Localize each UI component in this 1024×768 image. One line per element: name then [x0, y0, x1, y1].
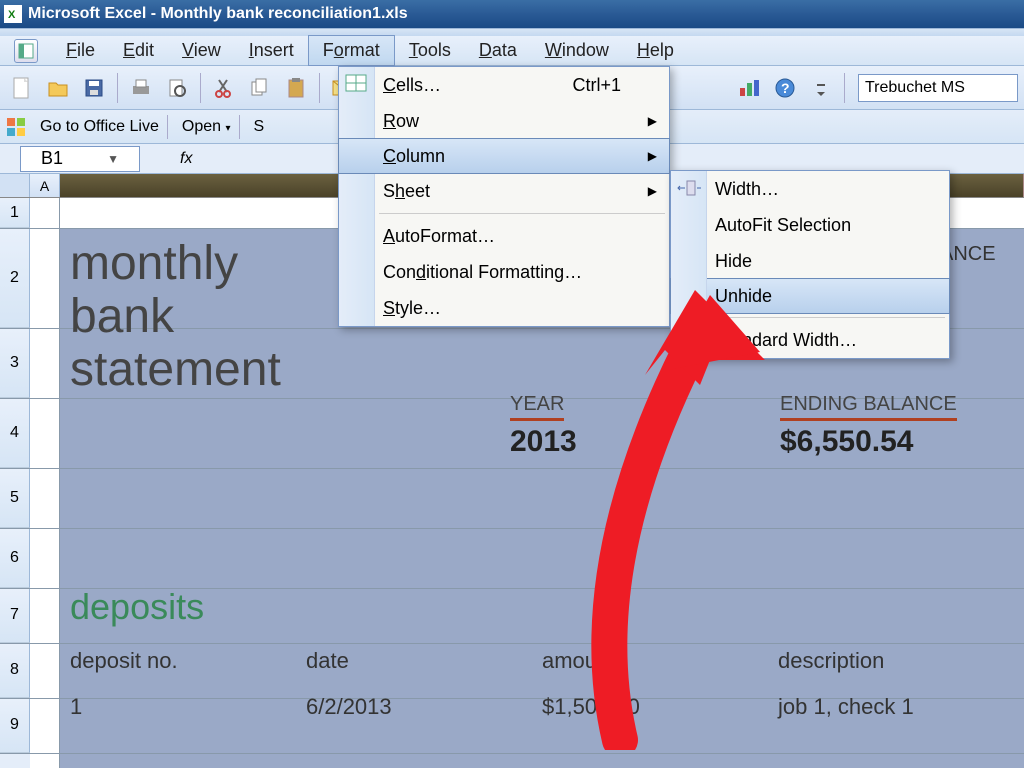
cells-shortcut: Ctrl+1: [572, 75, 621, 96]
row-header-3[interactable]: 3: [0, 328, 30, 398]
fx-label: fx: [180, 150, 192, 168]
col-date: date: [306, 648, 542, 674]
window-title: Microsoft Excel - Monthly bank reconcili…: [28, 5, 408, 23]
dep-no: 1: [70, 694, 306, 720]
print-preview-icon[interactable]: [161, 72, 193, 104]
submenu-arrow-icon: ▶: [648, 114, 657, 128]
svg-text:X: X: [8, 9, 16, 21]
menu-edit[interactable]: Edit: [109, 36, 168, 65]
column-header-a[interactable]: A: [30, 174, 60, 197]
cut-icon[interactable]: [208, 72, 240, 104]
col-deposit-no: deposit no.: [70, 648, 306, 674]
name-box-value: B1: [41, 148, 63, 169]
excel-icon: X: [4, 5, 22, 23]
deposits-header: deposits: [70, 586, 1014, 628]
row-header-1[interactable]: 1: [0, 198, 30, 228]
menu-tools[interactable]: Tools: [395, 36, 465, 65]
open-button[interactable]: Open ▾: [174, 115, 240, 139]
dep-amount: $1,500.00: [542, 694, 778, 720]
column-unhide-item[interactable]: Unhide: [670, 278, 950, 314]
format-column-item[interactable]: Column▶: [338, 138, 670, 174]
row-header-2[interactable]: 2: [0, 228, 30, 328]
ribbon-strip: [0, 28, 1024, 36]
row-headers: 1 2 3 4 5 6 7 8 9: [0, 198, 30, 768]
select-all-corner[interactable]: [0, 174, 30, 197]
format-row-item[interactable]: Row▶: [339, 103, 669, 139]
open-icon[interactable]: [42, 72, 74, 104]
help-icon[interactable]: ?: [769, 72, 801, 104]
submenu-arrow-icon: ▶: [648, 149, 657, 163]
format-menu-dropdown: Cells… Ctrl+1 Row▶ Column▶ Sheet▶ AutoFo…: [338, 66, 670, 327]
format-cells-item[interactable]: Cells… Ctrl+1: [339, 67, 669, 103]
format-style-item[interactable]: Style…: [339, 290, 669, 326]
menu-insert[interactable]: Insert: [235, 36, 308, 65]
office-live-icon: [6, 117, 26, 137]
menu-format[interactable]: Format: [308, 35, 395, 66]
font-selector[interactable]: Trebuchet MS: [858, 74, 1018, 102]
toolbar-options-icon[interactable]: [805, 72, 837, 104]
new-icon[interactable]: [6, 72, 38, 104]
dep-date: 6/2/2013: [306, 694, 542, 720]
titlebar: X Microsoft Excel - Monthly bank reconci…: [0, 0, 1024, 28]
formula-bar[interactable]: fx: [180, 150, 192, 168]
row-header-7[interactable]: 7: [0, 588, 30, 643]
menu-view[interactable]: View: [168, 36, 235, 65]
column-width-item[interactable]: Width…: [671, 171, 949, 207]
format-conditional-item[interactable]: Conditional Formatting…: [339, 254, 669, 290]
row-header-6[interactable]: 6: [0, 528, 30, 588]
submenu-arrow-icon: ▶: [648, 184, 657, 198]
row-header-9[interactable]: 9: [0, 698, 30, 753]
save-button-partial[interactable]: S: [246, 115, 273, 139]
column-standard-width-item[interactable]: Standard Width…: [671, 322, 949, 358]
name-box[interactable]: B1 ▼: [20, 146, 140, 172]
excel-doc-icon[interactable]: [14, 39, 38, 63]
go-to-office-live-button[interactable]: Go to Office Live: [32, 115, 168, 139]
format-sheet-item[interactable]: Sheet▶: [339, 173, 669, 209]
menu-help[interactable]: Help: [623, 36, 688, 65]
cells-icon: [345, 74, 367, 97]
row-header-4[interactable]: 4: [0, 398, 30, 468]
name-box-dropdown-icon[interactable]: ▼: [107, 152, 119, 166]
format-autoformat-item[interactable]: AutoFormat…: [339, 218, 669, 254]
column-autofit-item[interactable]: AutoFit Selection: [671, 207, 949, 243]
ending-balance-value: $6,550.54: [780, 425, 957, 459]
column-submenu: Width… AutoFit Selection Hide Unhide Sta…: [670, 170, 950, 359]
width-icon: [677, 179, 701, 199]
row-header-5[interactable]: 5: [0, 468, 30, 528]
menu-data[interactable]: Data: [465, 36, 531, 65]
paste-icon[interactable]: [280, 72, 312, 104]
copy-icon[interactable]: [244, 72, 276, 104]
row-header-8[interactable]: 8: [0, 643, 30, 698]
year-value: 2013: [510, 425, 577, 459]
col-amount: amount: [542, 648, 778, 674]
menu-file[interactable]: File: [52, 36, 109, 65]
svg-text:?: ?: [781, 80, 790, 96]
menu-window[interactable]: Window: [531, 36, 623, 65]
menubar: File Edit View Insert Format Tools Data …: [0, 36, 1024, 66]
font-name: Trebuchet MS: [865, 79, 965, 97]
col-description: description: [778, 648, 1014, 674]
chart-icon[interactable]: [733, 72, 765, 104]
ending-balance-label: ENDING BALANCE: [780, 393, 957, 421]
print-icon[interactable]: [125, 72, 157, 104]
year-label: YEAR: [510, 393, 564, 421]
dep-desc: job 1, check 1: [778, 694, 1014, 720]
column-hide-item[interactable]: Hide: [671, 243, 949, 279]
save-icon[interactable]: [78, 72, 110, 104]
